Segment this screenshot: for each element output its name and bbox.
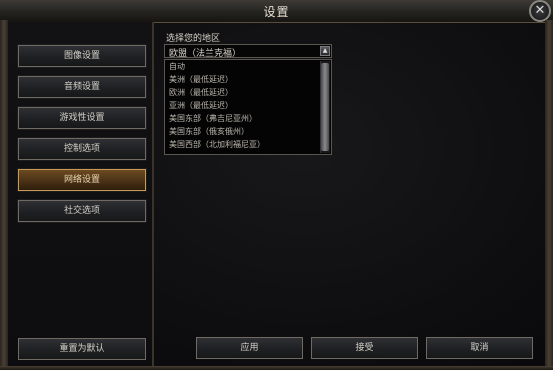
list-item[interactable]: 亚洲（最低延迟）: [165, 99, 331, 112]
region-selected-value: 欧盟（法兰克福）: [169, 49, 242, 59]
nav-control-options[interactable]: 控制选项: [17, 137, 147, 161]
nav-audio-settings[interactable]: 音频设置: [17, 75, 147, 99]
region-options-list: 自动 美洲（最低延迟） 欧洲（最低延迟） 亚洲（最低延迟） 美国东部（弗吉尼亚州…: [164, 59, 332, 155]
settings-nav-panel: [8, 22, 154, 366]
triangle-up-icon[interactable]: ▲: [320, 46, 330, 56]
title-bar: 设置 ✕: [0, 0, 553, 23]
list-item[interactable]: 欧洲（最低延迟）: [165, 86, 331, 99]
cancel-button[interactable]: 取消: [426, 337, 533, 359]
close-icon: ✕: [534, 3, 546, 18]
list-item[interactable]: 美国东部（俄亥俄州）: [165, 125, 331, 138]
list-item[interactable]: 美国东部（弗吉尼亚州）: [165, 112, 331, 125]
list-item[interactable]: 美洲（最低延迟）: [165, 73, 331, 86]
reset-defaults-button[interactable]: 重置为默认: [18, 338, 146, 360]
list-item[interactable]: 自动: [165, 60, 331, 73]
close-button[interactable]: ✕: [529, 0, 551, 22]
accept-button[interactable]: 接受: [311, 337, 418, 359]
apply-button[interactable]: 应用: [196, 337, 303, 359]
list-item[interactable]: 美国西部（北加利福尼亚）: [165, 138, 331, 151]
region-label: 选择您的地区: [166, 34, 221, 44]
scroll-thumb[interactable]: [321, 63, 329, 151]
frame-left: [0, 20, 8, 366]
frame-bottom: [0, 366, 553, 370]
settings-window: 设置 ✕ 图像设置 音频设置 游戏性设置 控制选项 网络设置 社交选项 重置为默…: [0, 0, 553, 370]
frame-right: [545, 20, 553, 366]
nav-social-options[interactable]: 社交选项: [17, 199, 147, 223]
list-scrollbar[interactable]: [320, 61, 330, 153]
nav-gameplay-settings[interactable]: 游戏性设置: [17, 106, 147, 130]
nav-network-settings[interactable]: 网络设置: [17, 168, 147, 192]
nav-graphics-settings[interactable]: 图像设置: [17, 44, 147, 68]
region-dropdown[interactable]: 欧盟（法兰克福） ▲: [164, 44, 332, 59]
window-title: 设置: [263, 5, 290, 19]
